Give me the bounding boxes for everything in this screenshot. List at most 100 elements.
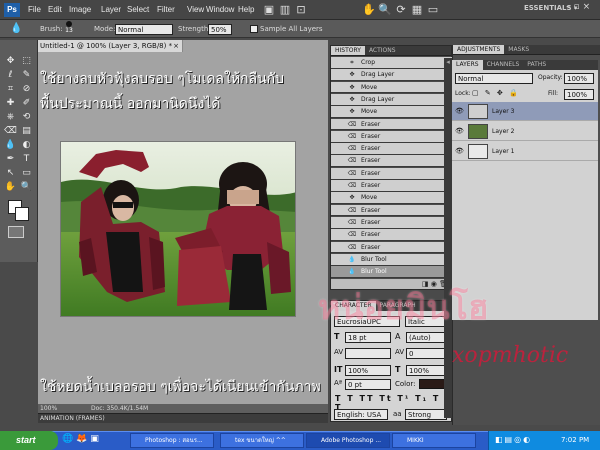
- history-state[interactable]: ⌫ Eraser: [331, 118, 452, 131]
- kerning-input[interactable]: [345, 348, 391, 359]
- blur-tool-icon[interactable]: 💧: [4, 139, 17, 152]
- quick-launch-icons[interactable]: 🌐🦊▣: [62, 434, 102, 444]
- history-state[interactable]: ⌫ Eraser: [331, 204, 452, 217]
- history-state[interactable]: ✥ Drag Layer: [331, 93, 452, 106]
- history-state[interactable]: ✥ Drag Layer: [331, 69, 452, 82]
- quick-select-tool-icon[interactable]: ✎: [20, 69, 33, 82]
- lasso-tool-icon[interactable]: ℓ: [4, 69, 17, 82]
- quick-mask-icon[interactable]: [8, 226, 24, 238]
- taskbar-item[interactable]: MIKKI: [392, 433, 476, 448]
- sample-all-layers-checkbox[interactable]: [250, 25, 258, 33]
- tab-channels[interactable]: CHANNELS: [482, 60, 524, 70]
- pen-tool-icon[interactable]: ✒: [4, 153, 17, 166]
- zoom-tool-icon[interactable]: 🔍: [20, 181, 33, 194]
- menu-select[interactable]: Select: [127, 5, 149, 14]
- text-color-swatch[interactable]: [419, 379, 447, 389]
- layer-row[interactable]: 👁 Layer 2: [452, 122, 598, 141]
- menu-image[interactable]: Image: [69, 5, 91, 14]
- history-state[interactable]: ⌫ Eraser: [331, 180, 452, 192]
- minibridge-icon[interactable]: ▥: [278, 3, 292, 17]
- tracking-input[interactable]: 0: [406, 348, 448, 359]
- language-select[interactable]: English: USA: [334, 409, 388, 420]
- strength-input[interactable]: 50%: [208, 24, 232, 35]
- rotate-view-icon[interactable]: ⟳: [394, 3, 408, 17]
- history-state[interactable]: ⌫ Eraser: [331, 241, 452, 254]
- close-tab-icon[interactable]: ×: [173, 40, 182, 52]
- layer-row[interactable]: 👁 Layer 1: [452, 142, 598, 161]
- move-tool-icon[interactable]: ✥: [4, 55, 17, 68]
- blur-tool-preset-icon[interactable]: 💧: [10, 23, 22, 34]
- photo-canvas[interactable]: [60, 141, 296, 317]
- history-state[interactable]: ⌫ Eraser: [331, 167, 452, 180]
- crop-tool-icon[interactable]: ⌗: [4, 83, 17, 96]
- blend-mode-select[interactable]: Normal: [455, 73, 533, 84]
- bridge-icon[interactable]: ▣: [262, 3, 276, 17]
- horizontal-scale-input[interactable]: 100%: [406, 365, 448, 376]
- opacity-input[interactable]: 100%: [564, 73, 594, 84]
- brush-size-picker[interactable]: 13: [62, 21, 76, 37]
- window-controls[interactable]: –▫×: [566, 2, 600, 16]
- tray-icons[interactable]: ◧▤◎◐: [495, 435, 532, 444]
- spot-heal-tool-icon[interactable]: ✚: [4, 97, 17, 110]
- tab-actions[interactable]: ACTIONS: [364, 46, 400, 55]
- layer-visibility-icon[interactable]: 👁: [455, 127, 464, 135]
- tab-paths[interactable]: PATHS: [523, 60, 551, 70]
- zoom-readout[interactable]: 100%: [38, 405, 57, 412]
- history-state[interactable]: ✥ Move: [331, 106, 452, 119]
- menu-help[interactable]: Help: [238, 5, 254, 14]
- type-tool-icon[interactable]: T: [20, 153, 33, 166]
- layer-visibility-icon[interactable]: 👁: [455, 147, 464, 155]
- rect-marquee-tool-icon[interactable]: ⬚: [20, 55, 33, 68]
- screen-mode-icon[interactable]: ▭: [426, 3, 440, 17]
- menu-file[interactable]: File: [28, 5, 41, 14]
- history-state[interactable]: ✥ Move: [331, 81, 452, 94]
- menu-layer[interactable]: Layer: [101, 5, 121, 14]
- tab-layers[interactable]: LAYERS: [452, 60, 483, 70]
- brush-tool-icon[interactable]: ✐: [20, 97, 33, 110]
- taskbar-item[interactable]: Photoshop : สอนร...: [130, 433, 214, 448]
- animation-panel-header[interactable]: ANIMATION (FRAMES): [38, 413, 328, 423]
- menu-edit[interactable]: Edit: [48, 5, 62, 14]
- menu-window[interactable]: Window: [206, 5, 234, 14]
- history-state[interactable]: ⌫ Eraser: [331, 155, 452, 168]
- eraser-tool-icon[interactable]: ⌫: [4, 125, 17, 138]
- layer-row[interactable]: 👁 Layer 3: [452, 102, 598, 121]
- clone-stamp-tool-icon[interactable]: ⎈: [4, 111, 17, 124]
- fill-input[interactable]: 100%: [564, 89, 594, 100]
- eyedropper-tool-icon[interactable]: ⊘: [20, 83, 33, 96]
- start-button[interactable]: start: [0, 431, 58, 450]
- arrange-documents-icon[interactable]: ▦: [410, 3, 424, 17]
- panel-icon-strip[interactable]: ◂: [444, 58, 452, 418]
- taskbar-item[interactable]: Adobe Photoshop ...: [306, 433, 390, 448]
- tab-adjustments[interactable]: ADJUSTMENTS: [453, 45, 505, 54]
- history-state[interactable]: ⌫ Eraser: [331, 229, 452, 242]
- history-state[interactable]: ⌫ Eraser: [331, 216, 452, 229]
- gradient-tool-icon[interactable]: ▤: [20, 125, 33, 138]
- history-brush-tool-icon[interactable]: ⟲: [20, 111, 33, 124]
- anti-alias-select[interactable]: Strong: [405, 409, 447, 420]
- vertical-scale-input[interactable]: 100%: [345, 365, 391, 376]
- dodge-tool-icon[interactable]: ◐: [20, 139, 33, 152]
- background-color-swatch[interactable]: [15, 207, 29, 221]
- history-state[interactable]: ✥ Move: [331, 192, 452, 205]
- history-state[interactable]: ⌗ Crop: [331, 57, 452, 69]
- tab-masks[interactable]: MASKS: [504, 45, 534, 54]
- zoom-tool-icon[interactable]: 🔍: [378, 3, 392, 17]
- zoom-level-icon[interactable]: ⊡: [294, 3, 308, 17]
- path-select-tool-icon[interactable]: ↖: [4, 167, 17, 180]
- tab-history[interactable]: HISTORY: [331, 46, 365, 55]
- menu-filter[interactable]: Filter: [157, 5, 175, 14]
- hand-tool-icon[interactable]: ✋: [362, 3, 376, 17]
- menu-view[interactable]: View: [187, 5, 204, 14]
- history-state[interactable]: 💧 Blur Tool: [331, 266, 452, 278]
- baseline-shift-input[interactable]: 0 pt: [345, 379, 391, 390]
- taskbar-item[interactable]: tex ขนาดใหญ่ ^^: [220, 433, 304, 448]
- history-state[interactable]: ⌫ Eraser: [331, 130, 452, 143]
- rectangle-tool-icon[interactable]: ▭: [20, 167, 33, 180]
- hand-tool-icon[interactable]: ✋: [4, 181, 17, 194]
- history-state[interactable]: 💧 Blur Tool: [331, 253, 452, 266]
- lock-buttons[interactable]: ▢ ✎ ✥ 🔒: [472, 89, 520, 97]
- mode-select[interactable]: Normal: [115, 24, 173, 35]
- layer-visibility-icon[interactable]: 👁: [455, 107, 464, 115]
- document-tab[interactable]: Untitled-1 @ 100% (Layer 3, RGB/8) * ×: [38, 40, 183, 52]
